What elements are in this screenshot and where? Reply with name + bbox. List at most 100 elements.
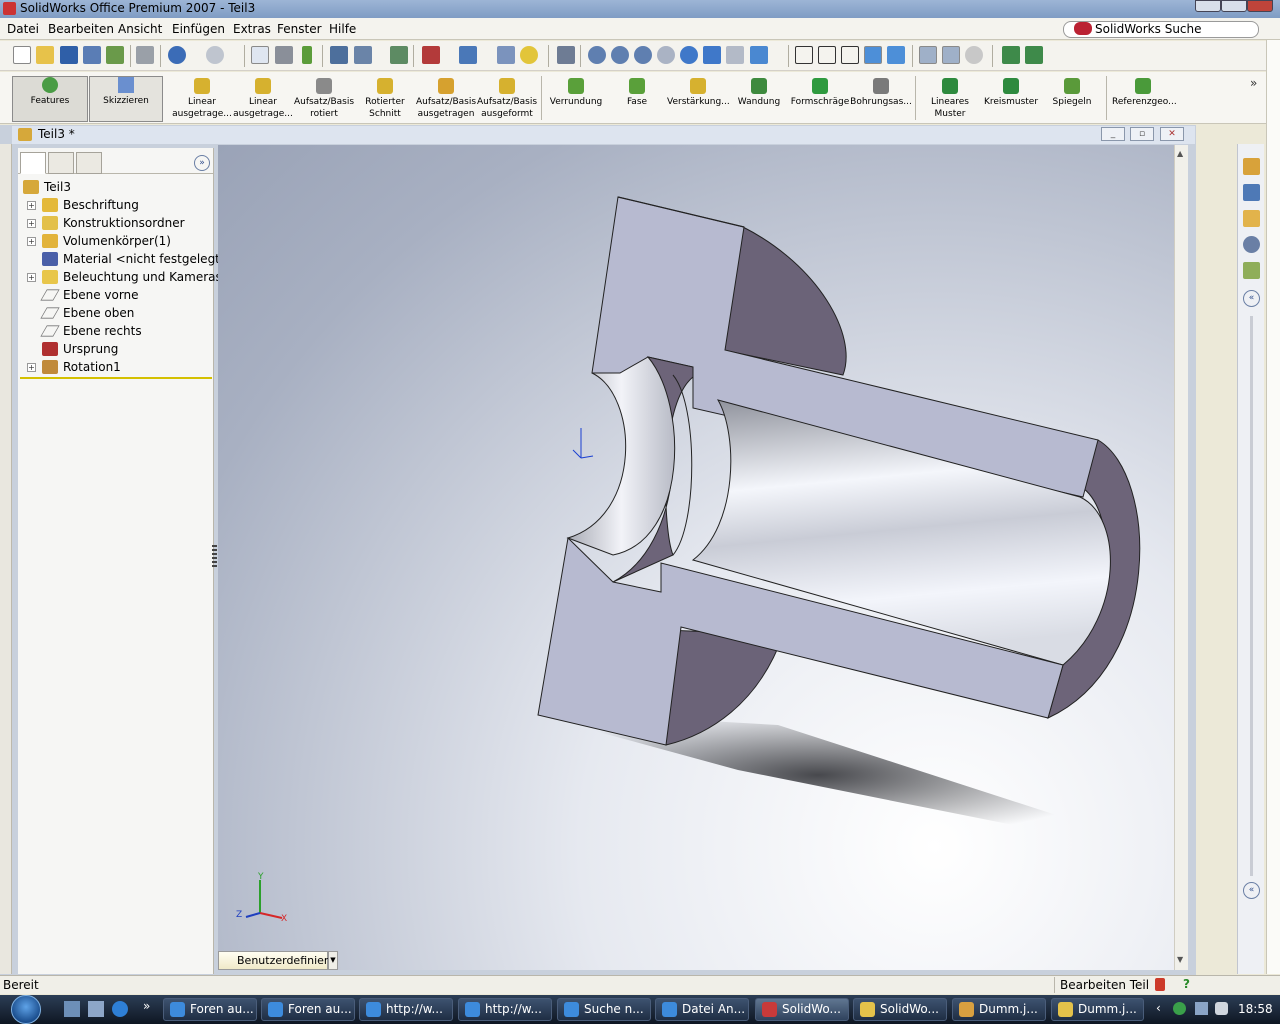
taskbar-button[interactable]: Dumm.j... xyxy=(1051,998,1144,1021)
realview-icon[interactable] xyxy=(965,46,983,64)
zoom-selection-icon[interactable] xyxy=(657,46,675,64)
configuration-dropdown-icon[interactable]: ▼ xyxy=(328,951,338,970)
scroll-down-icon[interactable]: ▼ xyxy=(1177,955,1183,964)
expand-plus-icon[interactable]: + xyxy=(27,273,36,282)
menu-fenster[interactable]: Fenster xyxy=(277,22,322,36)
maximize-button[interactable] xyxy=(1221,0,1247,12)
ribbon-button-10[interactable]: Formschräge xyxy=(789,78,851,122)
ie-quicklaunch-icon[interactable] xyxy=(112,1001,128,1017)
tree-item[interactable]: + Beleuchtung und Kameras xyxy=(18,268,222,286)
ribbon-button-11[interactable]: Bohrungsas... xyxy=(850,78,912,122)
palette-icon[interactable] xyxy=(1243,262,1260,279)
hidden-lines-removed-icon[interactable] xyxy=(841,46,859,64)
ribbon-button-14[interactable]: Spiegeln xyxy=(1041,78,1103,122)
rollback-bar[interactable] xyxy=(20,377,212,379)
new-document-icon[interactable] xyxy=(13,46,31,64)
ribbon-button-4[interactable]: Aufsatz/Basis ausgetragen xyxy=(415,78,477,122)
taskbar-button[interactable]: Datei An... xyxy=(655,998,749,1021)
close-button[interactable] xyxy=(1247,0,1273,12)
network-icon[interactable] xyxy=(1195,1002,1208,1015)
start-button[interactable] xyxy=(11,995,41,1024)
scroll-up-icon[interactable]: ▲ xyxy=(1177,149,1183,158)
view-orientation-icon[interactable] xyxy=(1025,46,1043,64)
expand-plus-icon[interactable]: + xyxy=(27,201,36,210)
appearance-icon[interactable] xyxy=(422,46,440,64)
section-view-icon[interactable] xyxy=(1002,46,1020,64)
expand-plus-icon[interactable]: + xyxy=(27,219,36,228)
doc-minimize-button[interactable]: _ xyxy=(1101,127,1125,141)
doc-restore-button[interactable]: ▫ xyxy=(1130,127,1154,141)
vertical-scrollbar[interactable]: ▲ ▼ xyxy=(1174,145,1188,970)
open-folder-icon[interactable] xyxy=(36,46,54,64)
zoom-in-out-icon[interactable] xyxy=(634,46,652,64)
ribbon-button-15[interactable]: Referenzgeo... xyxy=(1112,78,1177,122)
design-library-icon[interactable] xyxy=(1243,210,1260,227)
menu-datei[interactable]: Datei xyxy=(7,22,39,36)
rebuild-status-icon[interactable] xyxy=(1155,978,1165,991)
tree-item[interactable]: Ebene vorne xyxy=(18,286,214,304)
tree-item[interactable]: + Konstruktionsordner xyxy=(18,214,214,232)
taskbar-button[interactable]: Foren au... xyxy=(261,998,355,1021)
ribbon-button-1[interactable]: Linear ausgetrage... xyxy=(232,78,294,122)
menu-extras[interactable]: Extras xyxy=(233,22,271,36)
previous-view-icon[interactable] xyxy=(726,46,744,64)
features-tab[interactable]: Features xyxy=(12,76,88,122)
ribbon-button-13[interactable]: Kreismuster xyxy=(980,78,1042,122)
configuration-manager-tab-icon[interactable] xyxy=(76,152,102,174)
feature-tree-tab-icon[interactable] xyxy=(20,152,46,174)
perspective-icon[interactable] xyxy=(942,46,960,64)
standard-views-icon[interactable] xyxy=(750,46,768,64)
ribbon-button-3[interactable]: Rotierter Schnitt xyxy=(354,78,416,122)
taskbar-button[interactable]: Foren au... xyxy=(163,998,257,1021)
ribbon-button-6[interactable]: Verrundung xyxy=(545,78,607,122)
switch-windows-icon[interactable] xyxy=(88,1001,104,1017)
panel-splitter-handle[interactable] xyxy=(212,545,217,567)
print-icon[interactable] xyxy=(136,46,154,64)
expand-plus-icon[interactable]: + xyxy=(27,363,36,372)
shaded-icon[interactable] xyxy=(887,46,905,64)
expand-plus-icon[interactable]: + xyxy=(27,237,36,246)
menu-ansicht[interactable]: Ansicht xyxy=(118,22,162,36)
collapse-left-icon[interactable]: « xyxy=(1243,290,1260,307)
ribbon-button-9[interactable]: Wandung xyxy=(728,78,790,122)
tree-item[interactable]: Ursprung xyxy=(18,340,214,358)
tree-item[interactable]: Material <nicht festgelegt> xyxy=(18,250,230,268)
ribbon-button-7[interactable]: Fase xyxy=(606,78,668,122)
graphics-area[interactable]: Y X Z xyxy=(218,145,1174,970)
home-icon[interactable] xyxy=(1243,158,1260,175)
select-other-icon[interactable] xyxy=(275,46,293,64)
tree-item[interactable]: Ebene oben xyxy=(18,304,214,322)
ribbon-button-12[interactable]: Lineares Muster xyxy=(919,78,981,122)
resources-icon[interactable] xyxy=(1243,184,1260,201)
save-all-icon[interactable] xyxy=(83,46,101,64)
solidworks-search[interactable]: SolidWorks Suche xyxy=(1063,21,1259,38)
ribbon-overflow-icon[interactable]: » xyxy=(1250,76,1257,90)
rebuild-icon[interactable] xyxy=(302,46,312,64)
doc-close-button[interactable]: ✕ xyxy=(1160,127,1184,141)
tree-item[interactable]: Ebene rechts xyxy=(18,322,214,340)
ribbon-button-2[interactable]: Aufsatz/Basis rotiert xyxy=(293,78,355,122)
tray-expand-icon[interactable]: ‹ xyxy=(1156,1001,1161,1015)
help-icon[interactable]: ? xyxy=(1183,977,1190,991)
taskbar-button[interactable]: http://w... xyxy=(458,998,552,1021)
tree-item[interactable]: + Beschriftung xyxy=(18,196,214,214)
rotate-view-icon[interactable] xyxy=(680,46,698,64)
sketch-tools-icon[interactable] xyxy=(354,46,372,64)
tree-item[interactable]: + Rotation1 xyxy=(18,358,214,376)
taskbar-button[interactable]: Dumm.j... xyxy=(952,998,1046,1021)
file-explorer-icon[interactable] xyxy=(1243,236,1260,253)
menu-bearbeiten[interactable]: Bearbeiten xyxy=(48,22,114,36)
configuration-tab[interactable]: Benutzerdefiniert xyxy=(218,951,333,970)
help-icon[interactable] xyxy=(520,46,538,64)
quicklaunch-more-icon[interactable]: » xyxy=(143,999,150,1013)
ribbon-button-5[interactable]: Aufsatz/Basis ausgeformt xyxy=(476,78,538,122)
options-icon[interactable] xyxy=(106,46,124,64)
measure-icon[interactable] xyxy=(390,46,408,64)
select-cursor-icon[interactable] xyxy=(251,46,269,64)
shaded-with-edges-icon[interactable] xyxy=(864,46,882,64)
menu-hilfe[interactable]: Hilfe xyxy=(329,22,356,36)
clock[interactable]: 18:58 xyxy=(1238,1002,1273,1016)
sketch-tab[interactable]: Skizzieren xyxy=(89,76,163,122)
taskbar-button[interactable]: Suche n... xyxy=(557,998,651,1021)
wireframe-icon[interactable] xyxy=(795,46,813,64)
